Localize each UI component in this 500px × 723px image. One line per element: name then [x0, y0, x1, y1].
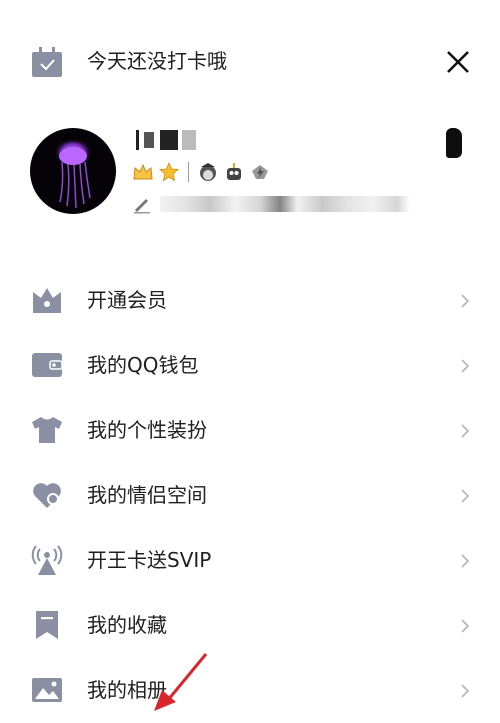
signature-row[interactable] [132, 192, 412, 214]
signal-tower-icon [31, 545, 63, 575]
menu-item-label: 我的QQ钱包 [87, 353, 199, 377]
chevron-right-icon [461, 684, 470, 698]
menu-item-membership[interactable]: 开通会员 [0, 268, 500, 333]
menu-item-couple-space[interactable]: 我的情侣空间 [0, 463, 500, 528]
menu-item-label: 开王卡送SVIP [87, 548, 212, 572]
menu-item-favorites[interactable]: 我的收藏 [0, 593, 500, 658]
menu-item-album[interactable]: 我的相册 [0, 658, 500, 723]
lightning-badge-icon[interactable] [249, 161, 271, 183]
redacted-mark [446, 128, 462, 158]
avatar[interactable] [30, 128, 116, 214]
photo-icon [32, 678, 62, 702]
bookmark-icon [36, 611, 58, 639]
crown-badge-icon[interactable] [132, 161, 154, 183]
menu-item-label: 开通会员 [87, 288, 167, 312]
signature-redacted [160, 196, 410, 212]
drawer-header: 今天还没打卡哦 [0, 0, 500, 120]
menu-item-king-card[interactable]: 开王卡送SVIP [0, 528, 500, 593]
menu-item-label: 我的个性装扮 [87, 418, 207, 442]
calendar-check-icon[interactable] [30, 45, 64, 79]
menu-item-label: 我的收藏 [87, 613, 167, 637]
chevron-right-icon [461, 294, 470, 308]
penguin-badge-icon[interactable] [197, 161, 219, 183]
star-badge-icon[interactable] [158, 161, 180, 183]
close-icon[interactable] [440, 44, 476, 80]
wallet-icon [32, 353, 63, 377]
menu-list: 开通会员 我的QQ钱包 我的个性装扮 我的情侣空间 开王卡送SVIP 我的收藏 … [0, 268, 500, 723]
chevron-right-icon [461, 359, 470, 373]
menu-item-label: 我的相册 [87, 678, 167, 702]
crown-icon [33, 288, 61, 313]
chevron-right-icon [461, 424, 470, 438]
checkin-reminder[interactable]: 今天还没打卡哦 [87, 47, 227, 75]
heart-icon [33, 483, 61, 508]
menu-item-qq-wallet[interactable]: 我的QQ钱包 [0, 333, 500, 398]
chevron-right-icon [461, 489, 470, 503]
chevron-right-icon [461, 554, 470, 568]
chevron-right-icon [461, 619, 470, 633]
profile-card[interactable] [0, 118, 500, 228]
tshirt-icon [32, 417, 62, 443]
robot-badge-icon[interactable] [223, 161, 245, 183]
menu-item-label: 我的情侣空间 [87, 483, 207, 507]
nickname-redacted [132, 128, 202, 150]
pencil-icon [134, 199, 150, 214]
badge-divider [188, 162, 189, 182]
menu-item-personal-style[interactable]: 我的个性装扮 [0, 398, 500, 463]
badge-row[interactable] [132, 160, 271, 184]
